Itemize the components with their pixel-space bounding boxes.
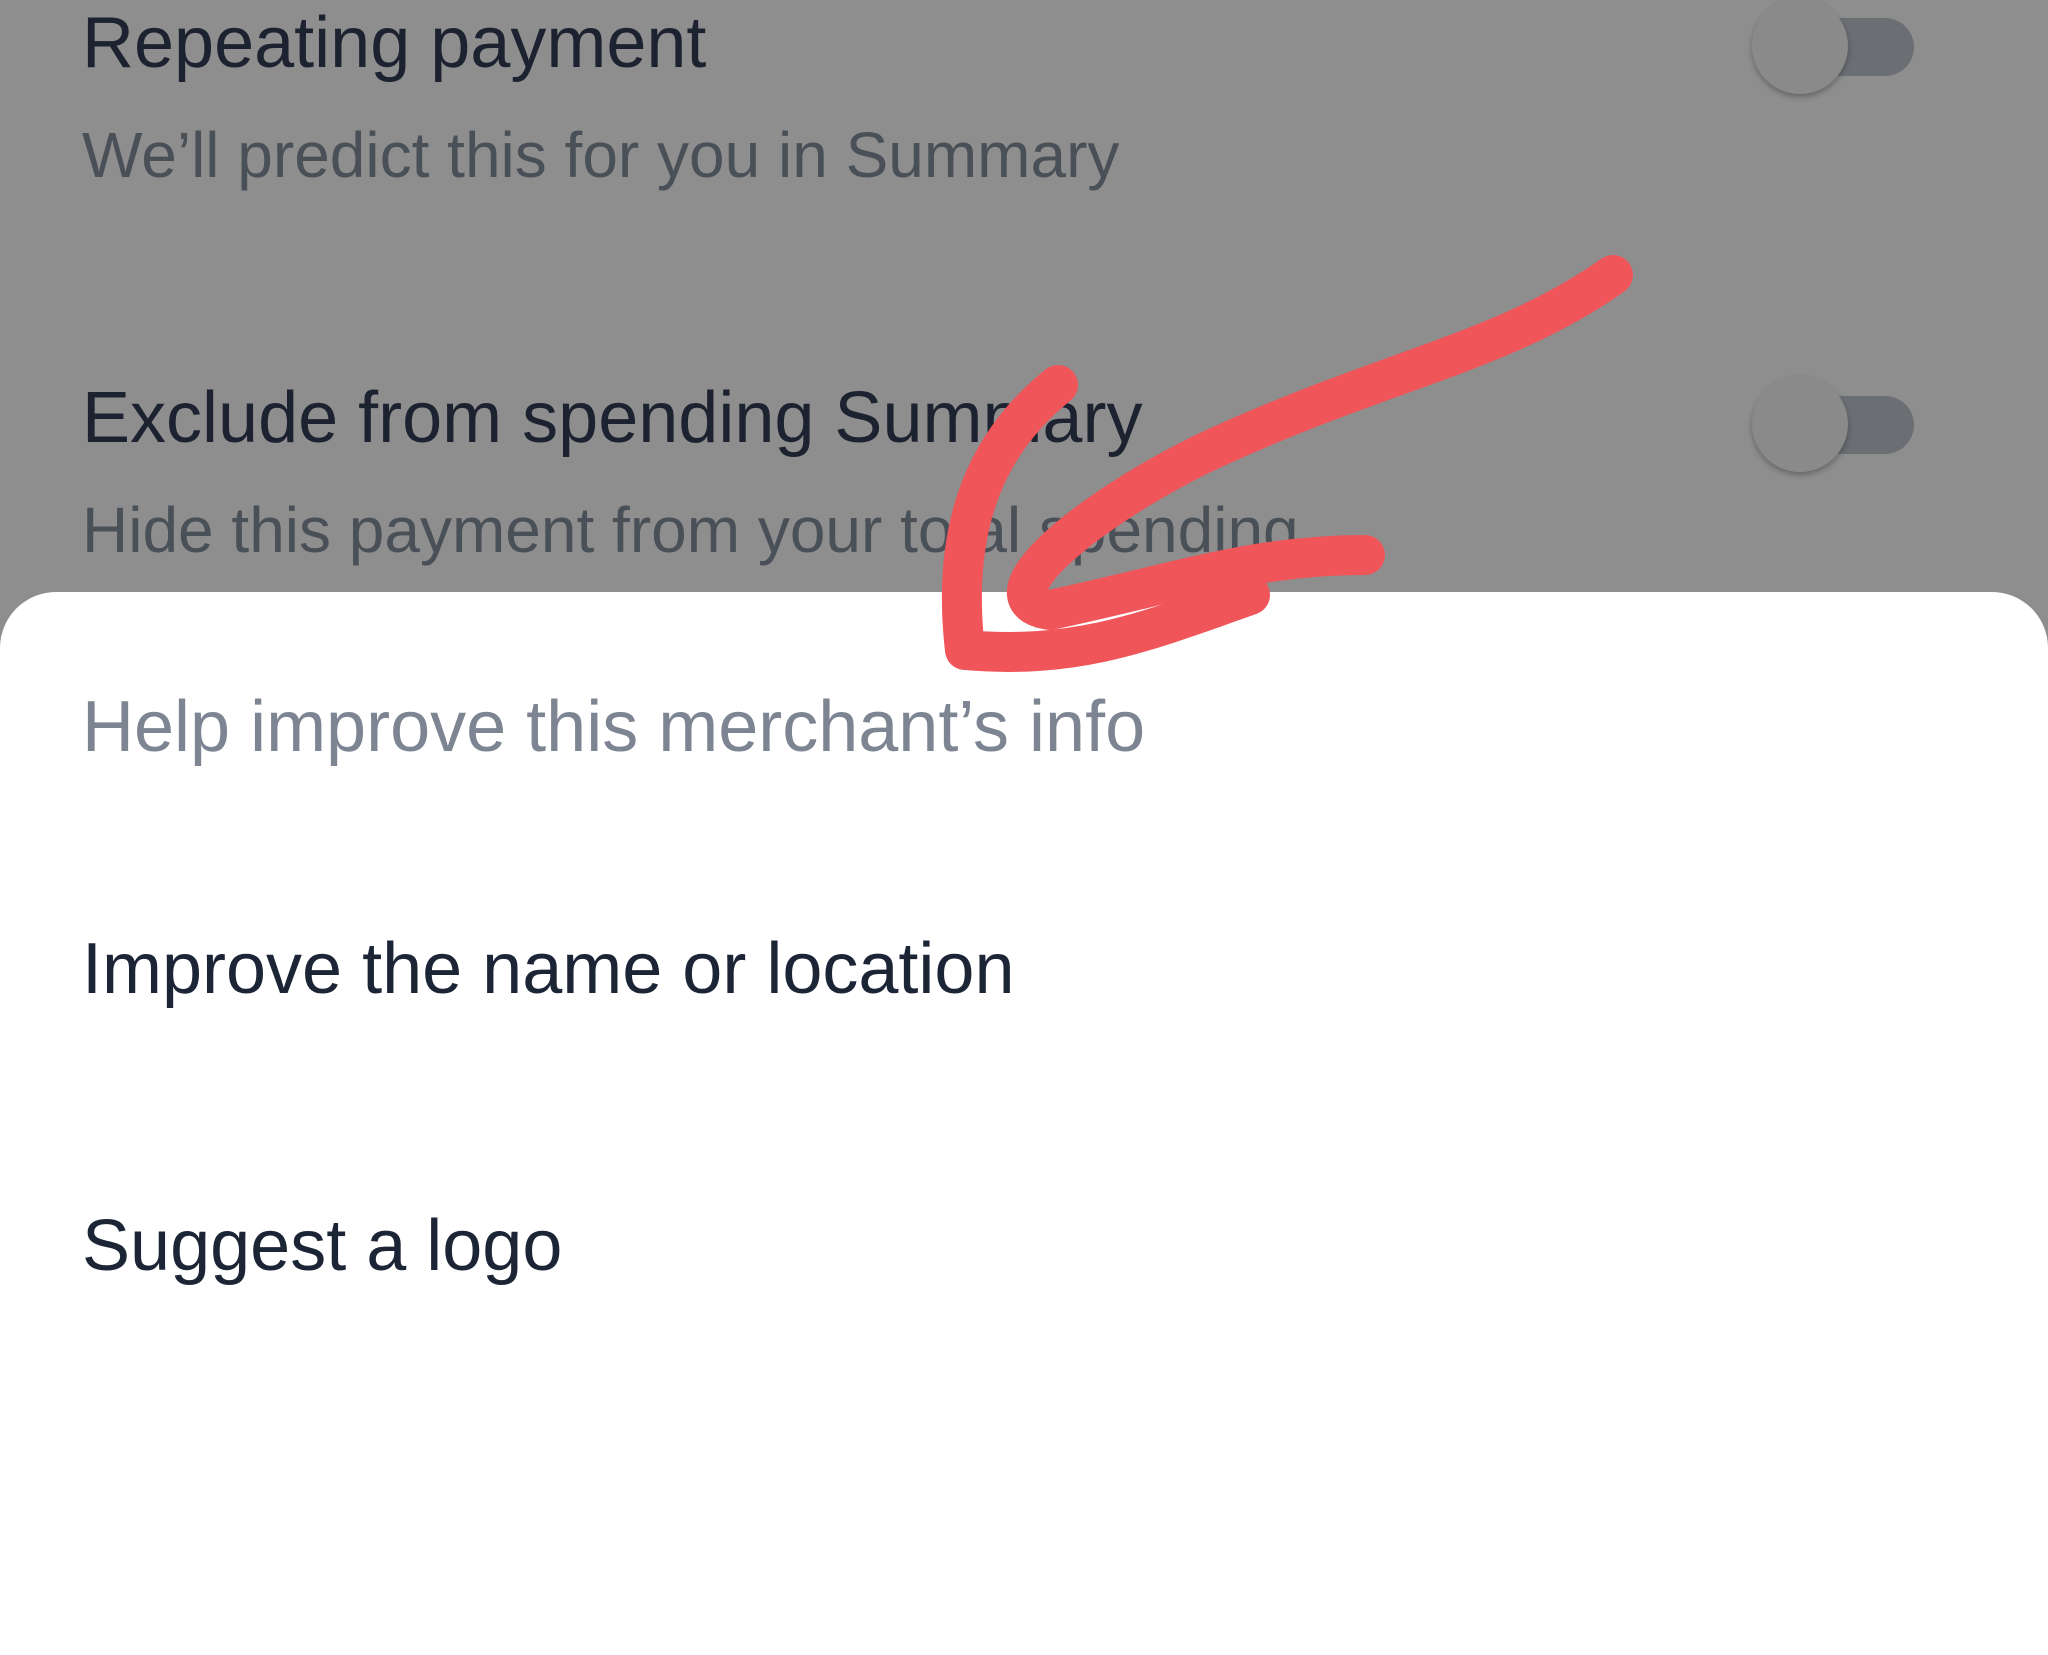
exclude-from-summary-toggle[interactable] [1752, 370, 1917, 472]
exclude-from-summary-subtitle: Hide this payment from your total spendi… [82, 494, 1299, 566]
repeating-payment-toggle[interactable] [1752, 0, 1917, 94]
bottom-sheet: Help improve this merchant’s info Improv… [0, 592, 2048, 1655]
improve-name-location-option[interactable]: Improve the name or location [0, 860, 2048, 1080]
exclude-from-summary-row: Exclude from spending Summary Hide this … [82, 365, 1962, 585]
repeating-payment-subtitle: We’ll predict this for you in Summary [82, 119, 1120, 191]
exclude-from-summary-title: Exclude from spending Summary [82, 378, 1143, 458]
toggle-thumb [1752, 0, 1848, 94]
improve-name-location-label: Improve the name or location [82, 929, 1015, 1009]
sheet-header: Help improve this merchant’s info [82, 687, 1146, 767]
toggle-thumb [1752, 376, 1848, 472]
suggest-logo-option[interactable]: Suggest a logo [0, 1137, 2048, 1357]
suggest-logo-label: Suggest a logo [82, 1206, 563, 1286]
repeating-payment-row: Repeating payment We’ll predict this for… [82, 0, 1962, 220]
repeating-payment-title: Repeating payment [82, 3, 707, 83]
